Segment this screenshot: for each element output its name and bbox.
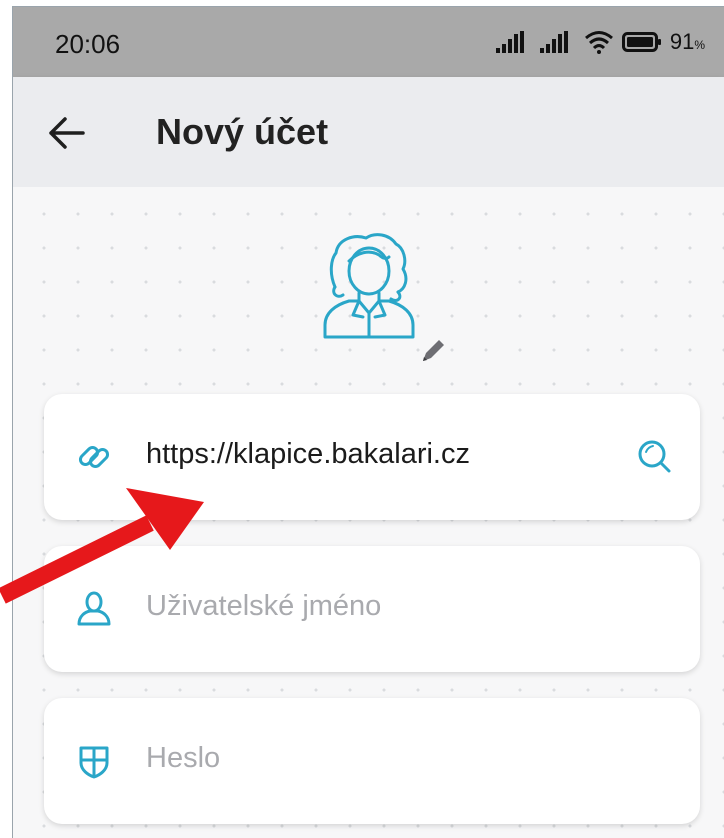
signal-icon xyxy=(495,31,524,53)
search-icon[interactable] xyxy=(636,438,672,474)
password-placeholder: Heslo xyxy=(146,742,221,774)
username-placeholder: Uživatelské jméno xyxy=(146,590,382,622)
server-url-field[interactable]: https://klapice.bakalari.cz xyxy=(44,394,700,520)
signal-icon xyxy=(539,31,568,53)
woman-avatar-icon[interactable] xyxy=(319,229,419,339)
server-url-value: https://klapice.bakalari.cz xyxy=(146,438,470,470)
phone-screen: 20:06 91% Nový účet https://klapice.baka… xyxy=(12,6,724,838)
password-field[interactable]: Heslo xyxy=(44,698,700,824)
pencil-icon[interactable] xyxy=(419,337,447,365)
battery-level: 91% xyxy=(670,29,705,55)
status-time: 20:06 xyxy=(55,29,121,59)
battery-percent: 91 xyxy=(669,29,695,54)
app-bar: Nový účet xyxy=(13,77,724,187)
status-bar: 20:06 91% xyxy=(13,7,724,77)
user-icon xyxy=(77,591,111,626)
form-content: https://klapice.bakalari.cz Uživatelské … xyxy=(13,187,724,838)
link-icon xyxy=(78,445,110,469)
page-title: Nový účet xyxy=(156,111,329,152)
username-field[interactable]: Uživatelské jméno xyxy=(44,546,700,672)
shield-icon xyxy=(79,746,109,779)
arrow-left-icon[interactable] xyxy=(47,115,87,151)
battery-unit: % xyxy=(694,38,705,52)
status-icons: 91% xyxy=(495,29,705,55)
battery-icon xyxy=(621,32,661,52)
wifi-icon xyxy=(584,31,613,54)
